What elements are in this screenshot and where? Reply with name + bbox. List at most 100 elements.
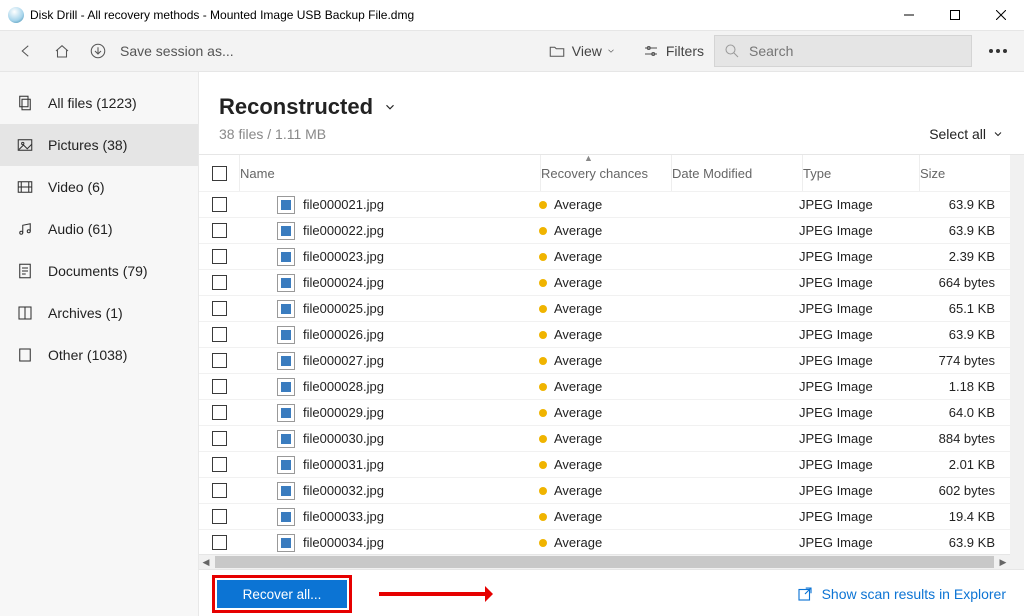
search-box[interactable] (714, 35, 972, 67)
save-session-button[interactable]: Save session as... (120, 43, 234, 59)
home-button[interactable] (44, 33, 80, 69)
view-button[interactable]: View (538, 33, 632, 69)
file-icon (277, 274, 295, 292)
file-type: JPEG Image (799, 275, 915, 290)
more-button[interactable] (980, 33, 1016, 69)
row-checkbox[interactable] (199, 275, 239, 290)
row-checkbox[interactable] (199, 405, 239, 420)
recovery-chance: Average (554, 535, 602, 550)
minimize-button[interactable] (886, 0, 932, 30)
other-icon (16, 346, 34, 364)
table-row[interactable]: file000030.jpgAverageJPEG Image884 bytes (199, 426, 1010, 452)
sidebar-item-audio[interactable]: Audio (61) (0, 208, 198, 250)
file-type: JPEG Image (799, 379, 915, 394)
file-icon (277, 196, 295, 214)
file-name: file000025.jpg (303, 301, 384, 316)
header-checkbox-col[interactable] (199, 155, 240, 191)
file-size: 774 bytes (915, 353, 1005, 368)
table-row[interactable]: file000026.jpgAverageJPEG Image63.9 KB (199, 322, 1010, 348)
table-row[interactable]: file000032.jpgAverageJPEG Image602 bytes (199, 478, 1010, 504)
table-row[interactable]: file000027.jpgAverageJPEG Image774 bytes (199, 348, 1010, 374)
row-checkbox[interactable] (199, 431, 239, 446)
download-icon[interactable] (80, 33, 116, 69)
file-name: file000030.jpg (303, 431, 384, 446)
file-size: 65.1 KB (915, 301, 1005, 316)
table-row[interactable]: file000031.jpgAverageJPEG Image2.01 KB (199, 452, 1010, 478)
row-checkbox[interactable] (199, 483, 239, 498)
maximize-button[interactable] (932, 0, 978, 30)
back-button[interactable] (8, 33, 44, 69)
file-name: file000029.jpg (303, 405, 384, 420)
show-explorer-label: Show scan results in Explorer (822, 586, 1006, 602)
file-type: JPEG Image (799, 483, 915, 498)
filters-button[interactable]: Filters (632, 33, 714, 69)
table-row[interactable]: file000021.jpgAverageJPEG Image63.9 KB (199, 192, 1010, 218)
table-row[interactable]: file000029.jpgAverageJPEG Image64.0 KB (199, 400, 1010, 426)
sidebar-item-video[interactable]: Video (6) (0, 166, 198, 208)
row-checkbox[interactable] (199, 457, 239, 472)
row-checkbox[interactable] (199, 197, 239, 212)
sort-indicator-icon: ▲ (584, 155, 593, 163)
row-checkbox[interactable] (199, 223, 239, 238)
file-size: 63.9 KB (915, 223, 1005, 238)
file-type: JPEG Image (799, 509, 915, 524)
row-checkbox[interactable] (199, 353, 239, 368)
column-size[interactable]: Size (920, 155, 1010, 191)
sidebar: All files (1223) Pictures (38) Video (6)… (0, 72, 199, 616)
sidebar-item-documents[interactable]: Documents (79) (0, 250, 198, 292)
status-dot-icon (539, 513, 547, 521)
row-checkbox[interactable] (199, 535, 239, 550)
row-checkbox[interactable] (199, 249, 239, 264)
sidebar-item-archives[interactable]: Archives (1) (0, 292, 198, 334)
sidebar-item-pictures[interactable]: Pictures (38) (0, 124, 198, 166)
folder-icon (548, 42, 566, 60)
view-label: View (572, 43, 602, 59)
table-row[interactable]: file000024.jpgAverageJPEG Image664 bytes (199, 270, 1010, 296)
file-table: ▲ Name Recovery chances Date Modified Ty… (199, 154, 1024, 569)
table-row[interactable]: file000023.jpgAverageJPEG Image2.39 KB (199, 244, 1010, 270)
file-name: file000031.jpg (303, 457, 384, 472)
table-header: ▲ Name Recovery chances Date Modified Ty… (199, 155, 1010, 192)
status-dot-icon (539, 409, 547, 417)
column-recovery[interactable]: Recovery chances (541, 155, 672, 191)
row-checkbox[interactable] (199, 379, 239, 394)
close-button[interactable] (978, 0, 1024, 30)
archive-icon (16, 304, 34, 322)
scroll-left-arrow[interactable]: ◀ (199, 555, 213, 569)
sidebar-item-all-files[interactable]: All files (1223) (0, 82, 198, 124)
table-row[interactable]: file000028.jpgAverageJPEG Image1.18 KB (199, 374, 1010, 400)
table-row[interactable]: file000025.jpgAverageJPEG Image65.1 KB (199, 296, 1010, 322)
scroll-right-arrow[interactable]: ▶ (996, 555, 1010, 569)
vertical-scrollbar[interactable] (1010, 155, 1024, 569)
scrollbar-thumb[interactable] (215, 556, 994, 568)
sidebar-item-label: Video (6) (48, 179, 105, 195)
section-header[interactable]: Reconstructed (219, 94, 1004, 120)
select-all-button[interactable]: Select all (929, 126, 1004, 142)
table-row[interactable]: file000022.jpgAverageJPEG Image63.9 KB (199, 218, 1010, 244)
table-row[interactable]: file000033.jpgAverageJPEG Image19.4 KB (199, 504, 1010, 530)
file-name: file000026.jpg (303, 327, 384, 342)
sidebar-item-other[interactable]: Other (1038) (0, 334, 198, 376)
footer: Recover all... Show scan results in Expl… (199, 569, 1024, 616)
recover-all-button[interactable]: Recover all... (217, 580, 347, 608)
row-checkbox[interactable] (199, 509, 239, 524)
table-row[interactable]: file000034.jpgAverageJPEG Image63.9 KB (199, 530, 1010, 554)
row-checkbox[interactable] (199, 327, 239, 342)
show-in-explorer-link[interactable]: Show scan results in Explorer (796, 585, 1006, 603)
column-type[interactable]: Type (803, 155, 920, 191)
recovery-chance: Average (554, 249, 602, 264)
file-icon (277, 456, 295, 474)
column-name[interactable]: Name (240, 155, 541, 191)
row-checkbox[interactable] (199, 301, 239, 316)
column-date[interactable]: Date Modified (672, 155, 803, 191)
recovery-chance: Average (554, 275, 602, 290)
status-dot-icon (539, 331, 547, 339)
search-input[interactable] (747, 42, 963, 60)
horizontal-scrollbar[interactable]: ◀ ▶ (199, 554, 1010, 569)
file-size: 63.9 KB (915, 197, 1005, 212)
files-icon (16, 94, 34, 112)
sidebar-item-label: All files (1223) (48, 95, 137, 111)
file-type: JPEG Image (799, 457, 915, 472)
file-icon (277, 326, 295, 344)
file-name: file000027.jpg (303, 353, 384, 368)
